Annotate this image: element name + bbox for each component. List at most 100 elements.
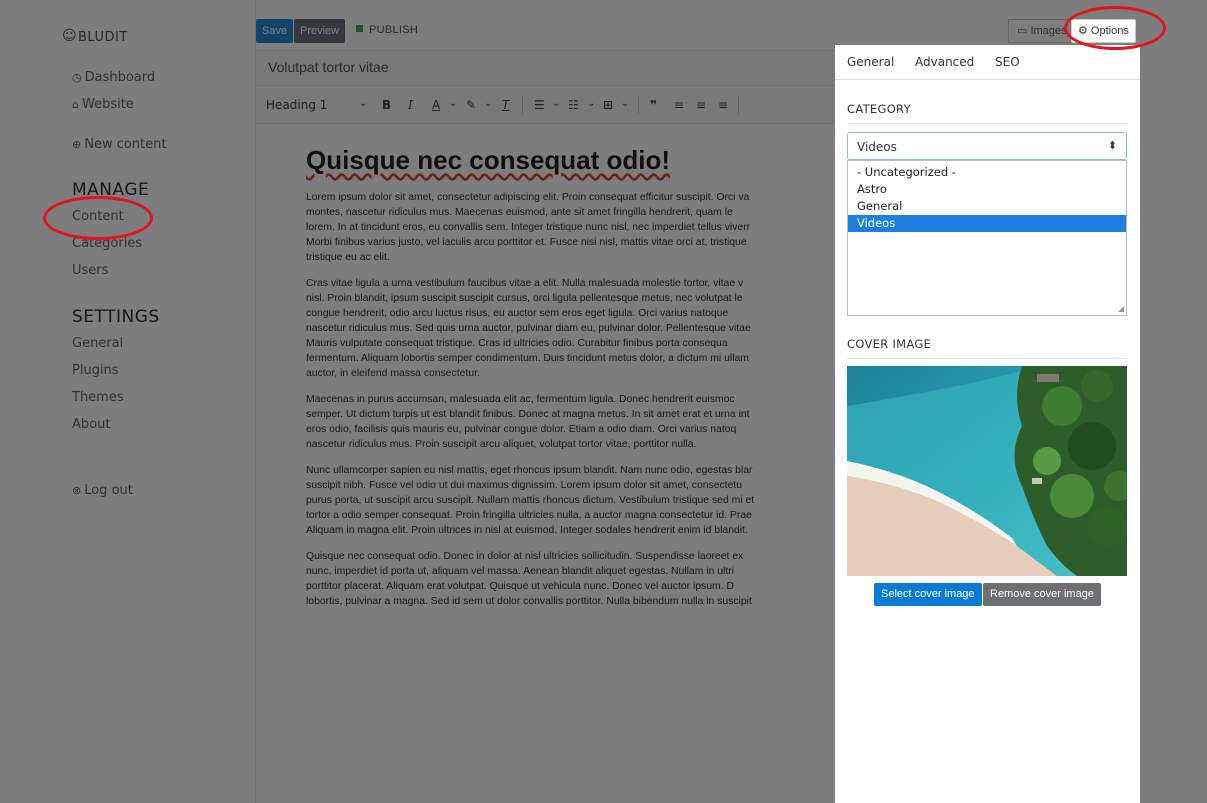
nav-users[interactable]: Users bbox=[72, 263, 108, 278]
brand[interactable]: ☺ BLUDIT bbox=[62, 28, 128, 45]
doc-heading: Quisque nec consequat odio! bbox=[306, 145, 836, 176]
options-panel: General Advanced SEO CATEGORY Videos ⬍ -… bbox=[835, 45, 1140, 803]
text-line: purus porta, ut suscipit arcu suscipit. … bbox=[306, 495, 755, 506]
bullet-list-chevron-icon[interactable]: ⌄ bbox=[552, 98, 560, 109]
text-line: Lorem ipsum dolor sit amet, consectetur … bbox=[306, 192, 750, 203]
divider bbox=[847, 123, 1127, 124]
nav-dashboard-label: Dashboard bbox=[84, 70, 156, 85]
sidebar: ☺ BLUDIT ◷ Dashboard ⌂ Website ⊕ New conten… bbox=[0, 0, 255, 803]
format-select[interactable]: Heading 1 bbox=[266, 98, 327, 112]
text-color-chevron-icon[interactable]: ⌄ bbox=[449, 98, 457, 109]
tab-general[interactable]: General bbox=[847, 55, 894, 69]
category-option-uncategorized[interactable]: - Uncategorized - bbox=[848, 164, 1126, 181]
doc-heading-text: Quisque nec consequat odio! bbox=[306, 145, 671, 175]
cover-image-preview bbox=[847, 366, 1127, 576]
text-line: nascetur ridiculus mus. Sed quis urna au… bbox=[306, 323, 751, 334]
toolbar-divider bbox=[638, 96, 639, 114]
publish-status[interactable]: PUBLISH bbox=[356, 24, 418, 36]
text-line: nunc, imperdiet id porta ut, aliquam vel… bbox=[306, 566, 734, 577]
nav-logout[interactable]: ⊗ Log out bbox=[72, 483, 133, 498]
status-dot-icon bbox=[356, 25, 363, 32]
preview-button[interactable]: Preview bbox=[294, 19, 346, 43]
remove-cover-image-button[interactable]: Remove cover image bbox=[983, 583, 1101, 606]
align-right-icon[interactable]: ≡ bbox=[718, 98, 728, 112]
numbered-list-chevron-icon[interactable]: ⌄ bbox=[587, 98, 595, 109]
divider bbox=[847, 358, 1127, 359]
category-option-general[interactable]: General bbox=[848, 198, 1126, 215]
bold-icon[interactable]: B bbox=[382, 98, 391, 112]
nav-website[interactable]: ⌂ Website bbox=[72, 97, 134, 112]
select-arrows-icon: ⬍ bbox=[1107, 139, 1117, 152]
clear-format-icon[interactable]: T bbox=[502, 98, 509, 112]
panel-tabs: General Advanced SEO bbox=[835, 45, 1140, 80]
table-chevron-icon[interactable]: ⌄ bbox=[621, 98, 629, 109]
images-button[interactable]: ▭ Images bbox=[1008, 19, 1076, 43]
category-option-videos[interactable]: Videos bbox=[848, 215, 1126, 232]
bludit-logo-icon: ☺ bbox=[62, 28, 78, 44]
numbered-list-icon[interactable]: ☷ bbox=[568, 98, 579, 112]
title-input[interactable]: Volutpat tortor vitae bbox=[256, 50, 836, 86]
highlight-chevron-icon[interactable]: ⌄ bbox=[484, 98, 492, 109]
text-color-icon[interactable]: A bbox=[432, 98, 440, 112]
text-line: porttitor placerat. Aliquam erat volutpa… bbox=[306, 581, 734, 592]
table-icon[interactable]: ⊞ bbox=[603, 98, 613, 112]
select-cover-image-button[interactable]: Select cover image bbox=[874, 583, 982, 606]
brand-text: BLUDIT bbox=[78, 30, 128, 45]
cover-image-heading: COVER IMAGE bbox=[847, 337, 932, 351]
toolbar-divider bbox=[738, 96, 739, 114]
paragraph-4: Nunc ullamcorper sapien eu nisl mattis, … bbox=[306, 463, 836, 538]
nav-new-content[interactable]: ⊕ New content bbox=[72, 137, 166, 152]
category-option-astro[interactable]: Astro bbox=[848, 181, 1126, 198]
text-line: lobortis, pulvinar a magna. Sed id sem u… bbox=[306, 596, 752, 607]
italic-icon[interactable]: I bbox=[408, 98, 413, 112]
editor-toolbar: Heading 1 ⌄ B I A ⌄ ✎ ⌄ T ☰ ⌄ ☷ ⌄ ⊞ ⌄ ❞ … bbox=[256, 88, 836, 124]
align-center-icon[interactable]: ≡ bbox=[696, 98, 706, 112]
paragraph-1: Lorem ipsum dolor sit amet, consectetur … bbox=[306, 190, 836, 265]
nav-general[interactable]: General bbox=[72, 336, 123, 351]
toolbar-divider bbox=[522, 96, 523, 114]
image-icon: ▭ bbox=[1017, 25, 1031, 37]
highlight-icon[interactable]: ✎ bbox=[466, 98, 476, 112]
text-line: tortor a odio semper consequat. Proin fr… bbox=[306, 510, 752, 521]
manage-heading: MANAGE bbox=[72, 180, 150, 200]
save-button[interactable]: Save bbox=[256, 19, 294, 43]
tab-advanced[interactable]: Advanced bbox=[915, 55, 974, 69]
format-chevron-icon[interactable]: ⌄ bbox=[359, 98, 367, 109]
bullet-list-icon[interactable]: ☰ bbox=[534, 98, 545, 112]
text-line: Nunc ullamcorper sapien eu nisl mattis, … bbox=[306, 465, 753, 476]
plus-circle-icon: ⊕ bbox=[72, 138, 82, 151]
category-select[interactable]: Videos ⬍ bbox=[847, 132, 1127, 160]
nav-plugins[interactable]: Plugins bbox=[72, 363, 119, 378]
category-heading: CATEGORY bbox=[847, 102, 911, 116]
text-line: montes, nascetur ridiculus mus. Maecenas… bbox=[306, 207, 733, 218]
text-line: nisl. Proin blandit, ipsum suscipit susc… bbox=[306, 293, 743, 304]
align-left-icon[interactable]: ≡ bbox=[674, 98, 684, 112]
text-line: congue hendrerit, odio arcu luctus risus… bbox=[306, 308, 729, 319]
nav-categories[interactable]: Categories bbox=[72, 236, 142, 251]
text-line: Morbi finibus varius justo, vel iaculis … bbox=[306, 237, 747, 248]
text-line: suscipit nibh. Fusce vel odio ut dui max… bbox=[306, 480, 743, 491]
text-line: Maecenas in purus accumsan, malesuada el… bbox=[306, 394, 735, 405]
gear-icon: ⚙ bbox=[1078, 25, 1091, 37]
nav-themes[interactable]: Themes bbox=[72, 390, 124, 405]
tab-seo[interactable]: SEO bbox=[995, 55, 1020, 69]
options-button[interactable]: ⚙ Options bbox=[1071, 19, 1136, 43]
dashboard-icon: ◷ bbox=[72, 71, 82, 84]
nav-new-content-label: New content bbox=[84, 137, 167, 152]
settings-heading: SETTINGS bbox=[72, 307, 160, 327]
category-dropdown: - Uncategorized - Astro General Videos ◢ bbox=[847, 160, 1127, 316]
text-line: Cras vitae ligula a urna vestibulum fauc… bbox=[306, 278, 744, 289]
text-line: lorem. In at tincidunt eros, eu convalli… bbox=[306, 222, 751, 233]
publish-label: PUBLISH bbox=[369, 24, 419, 36]
home-icon: ⌂ bbox=[72, 98, 79, 111]
resize-grip-icon[interactable]: ◢ bbox=[1118, 304, 1124, 313]
document-body[interactable]: Quisque nec consequat odio! Lorem ipsum … bbox=[306, 145, 836, 620]
nav-dashboard[interactable]: ◷ Dashboard bbox=[72, 70, 155, 85]
text-line: semper. Ut dictum turpis ut est blandit … bbox=[306, 409, 750, 420]
blockquote-icon[interactable]: ❞ bbox=[650, 98, 657, 112]
nav-about[interactable]: About bbox=[72, 417, 110, 432]
text-line: nascetur ridiculus mus. Proin suscipit a… bbox=[306, 439, 697, 450]
nav-content[interactable]: Content bbox=[72, 209, 124, 224]
images-label: Images bbox=[1030, 25, 1067, 37]
text-line: Mauris vulputate consequat tristique. Cr… bbox=[306, 338, 728, 349]
